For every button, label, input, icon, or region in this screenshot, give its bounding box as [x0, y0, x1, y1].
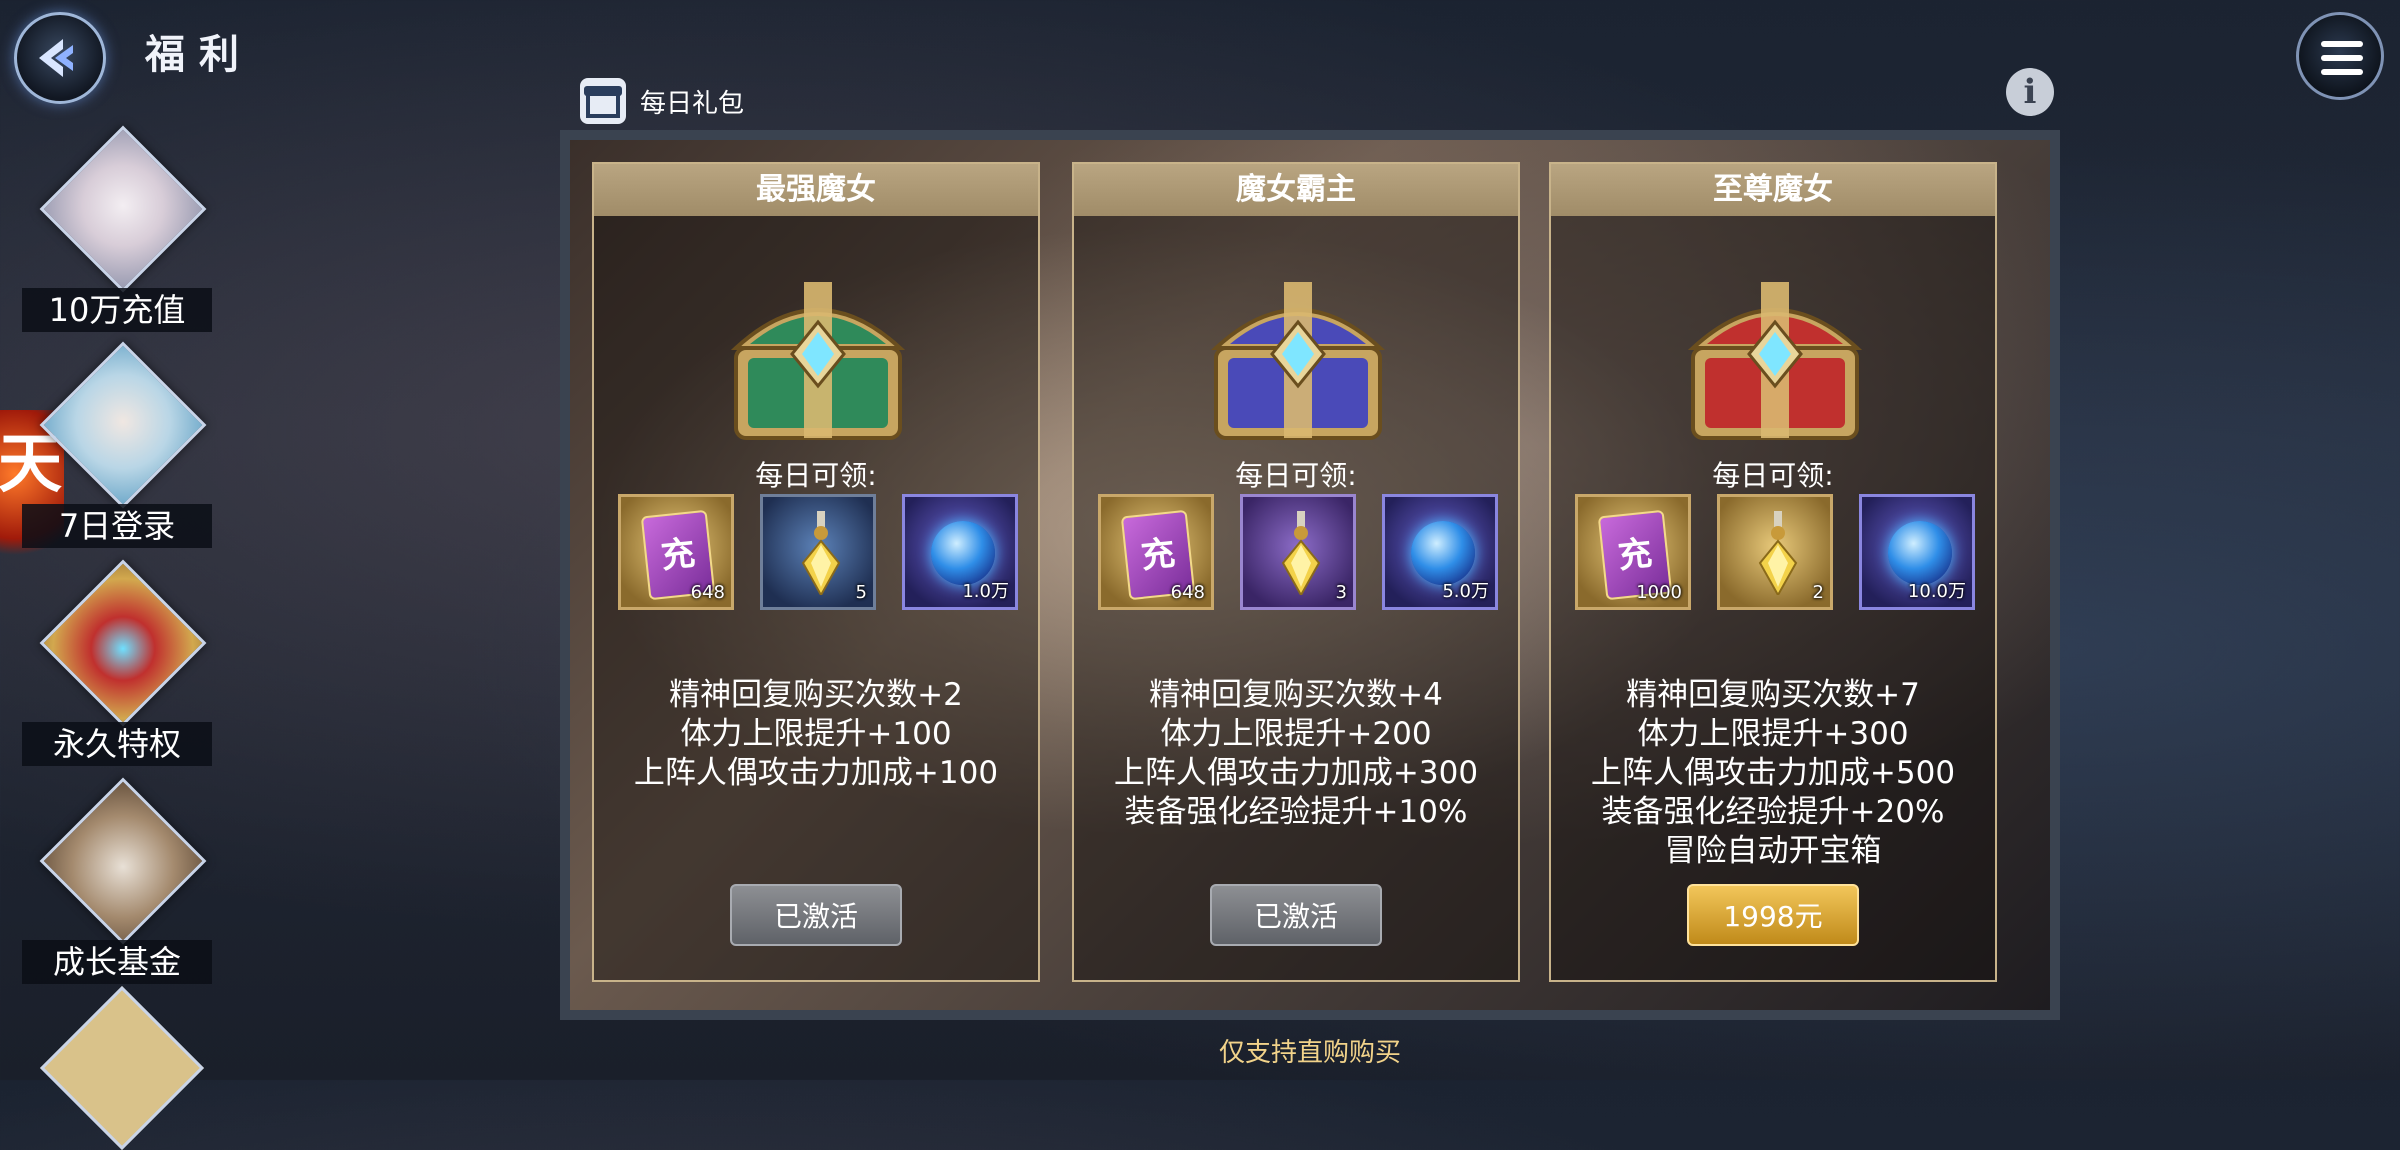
crystal-pendant-icon	[1281, 511, 1321, 598]
perk-item: 上阵人偶攻击力加成+100	[633, 755, 999, 791]
page-title: 福利	[145, 32, 253, 78]
perk-item: 上阵人偶攻击力加成+500	[1590, 755, 1956, 791]
reward-item[interactable]: 2	[1717, 494, 1833, 610]
perk-item: 体力上限提升+300	[1637, 716, 1909, 752]
treasure-chest-icon	[1198, 262, 1398, 452]
card-title: 至尊魔女	[1551, 164, 1995, 216]
avatar	[39, 341, 207, 509]
reward-items: 充 1000 2 10.0万	[1575, 494, 1975, 614]
crystal-pendant-icon	[801, 511, 841, 598]
sidebar: 10万充值 天 7日登录 永久特权 成长基金	[0, 125, 230, 1150]
gift-card: 最强魔女 每日可领: 充 648 5 1.0万精神回复购买次数+2 体力上限提升+100…	[592, 162, 1040, 982]
gift-card: 至尊魔女 每日可领: 充 1000 2 10.0万精神回复购买次数+7 体力上限提升+3…	[1549, 162, 1997, 982]
info-icon[interactable]: i	[2006, 68, 2054, 116]
item-quantity: 1.0万	[962, 581, 1009, 602]
reward-items: 充 648 5 1.0万	[618, 494, 1018, 614]
item-quantity: 2	[1812, 582, 1824, 603]
perk-list: 精神回复购买次数+4 体力上限提升+200 上阵人偶攻击力加成+300 装备强化经验提…	[1074, 676, 1518, 832]
item-quantity: 648	[690, 582, 725, 603]
purchase-note: 仅支持直购购买	[1218, 1038, 1401, 1068]
item-quantity: 648	[1170, 582, 1205, 603]
menu-button[interactable]	[2296, 12, 2384, 100]
perk-item: 装备强化经验提升+20%	[1601, 794, 1945, 830]
sidebar-item-label: 10万充值	[22, 288, 212, 332]
reward-item[interactable]: 充 648	[1098, 494, 1214, 610]
perk-list: 精神回复购买次数+2 体力上限提升+100 上阵人偶攻击力加成+100	[594, 676, 1038, 793]
item-quantity: 3	[1335, 582, 1347, 603]
daily-claim-label: 每日可领:	[1712, 459, 1834, 492]
daily-gift-panel: 最强魔女 每日可领: 充 648 5 1.0万精神回复购买次数+2 体力上限提升+100…	[560, 130, 2060, 1020]
menu-icon-bar	[2321, 69, 2363, 75]
reward-items: 充 648 3 5.0万	[1098, 494, 1498, 614]
sidebar-item-login[interactable]: 7日登录	[22, 341, 212, 556]
reward-item[interactable]: 10.0万	[1859, 494, 1975, 610]
perk-item: 上阵人偶攻击力加成+300	[1113, 755, 1479, 791]
daily-claim-label: 每日可领:	[755, 459, 877, 492]
card-title: 魔女霸主	[1074, 164, 1518, 216]
reward-item[interactable]: 5.0万	[1382, 494, 1498, 610]
item-quantity: 10.0万	[1907, 581, 1966, 602]
sidebar-item-recharge[interactable]: 10万充值	[22, 125, 212, 340]
crystal-pendant-icon	[1758, 511, 1798, 598]
menu-icon-bar	[2321, 55, 2363, 61]
reward-item[interactable]: 充 1000	[1575, 494, 1691, 610]
sidebar-item-fund[interactable]: 成长基金	[22, 777, 212, 992]
panel-title: 每日礼包	[640, 88, 745, 119]
perk-item: 冒险自动开宝箱	[1664, 833, 1882, 869]
menu-icon	[2321, 41, 2363, 47]
sidebar-item-label: 永久特权	[22, 722, 212, 766]
sidebar-item-privilege[interactable]: 永久特权	[22, 559, 212, 774]
item-quantity: 1000	[1636, 582, 1682, 603]
perk-item: 精神回复购买次数+4	[1149, 677, 1443, 713]
back-button[interactable]	[14, 12, 106, 104]
sidebar-item-label: 7日登录	[22, 504, 212, 548]
reward-item[interactable]: 3	[1240, 494, 1356, 610]
panel-header: 每日礼包	[580, 76, 744, 126]
reward-item[interactable]: 1.0万	[902, 494, 1018, 610]
sidebar-item-label: 成长基金	[22, 940, 212, 984]
avatar	[39, 125, 207, 293]
treasure-chest-icon	[718, 262, 918, 452]
blue-orb-icon	[1411, 521, 1475, 585]
perk-item: 精神回复购买次数+7	[1626, 677, 1920, 713]
blue-orb-icon	[1888, 521, 1952, 585]
perk-item: 精神回复购买次数+2	[669, 677, 963, 713]
perk-list: 精神回复购买次数+7 体力上限提升+300 上阵人偶攻击力加成+500 装备强化经验提…	[1551, 676, 1995, 871]
card-title: 最强魔女	[594, 164, 1038, 216]
back-arrow-icon	[39, 39, 73, 77]
gift-card: 魔女霸主 每日可领: 充 648 3 5.0万精神回复购买次数+4 体力上限提升+200…	[1072, 162, 1520, 982]
treasure-chest-icon	[1675, 262, 1875, 452]
activated-button[interactable]: 已激活	[1210, 884, 1382, 946]
reward-item[interactable]: 5	[760, 494, 876, 610]
perk-item: 体力上限提升+100	[680, 716, 952, 752]
reward-item[interactable]: 充 648	[618, 494, 734, 610]
blue-orb-icon	[931, 521, 995, 585]
purchase-button[interactable]: 1998元	[1687, 884, 1859, 946]
perk-item: 装备强化经验提升+10%	[1124, 794, 1468, 830]
item-quantity: 5.0万	[1442, 581, 1489, 602]
perk-item: 体力上限提升+200	[1160, 716, 1432, 752]
avatar	[39, 777, 207, 945]
gift-icon	[580, 78, 626, 124]
daily-claim-label: 每日可领:	[1235, 459, 1357, 492]
treasure-chest-icon	[39, 559, 207, 727]
item-quantity: 5	[855, 582, 867, 603]
activated-button[interactable]: 已激活	[730, 884, 902, 946]
